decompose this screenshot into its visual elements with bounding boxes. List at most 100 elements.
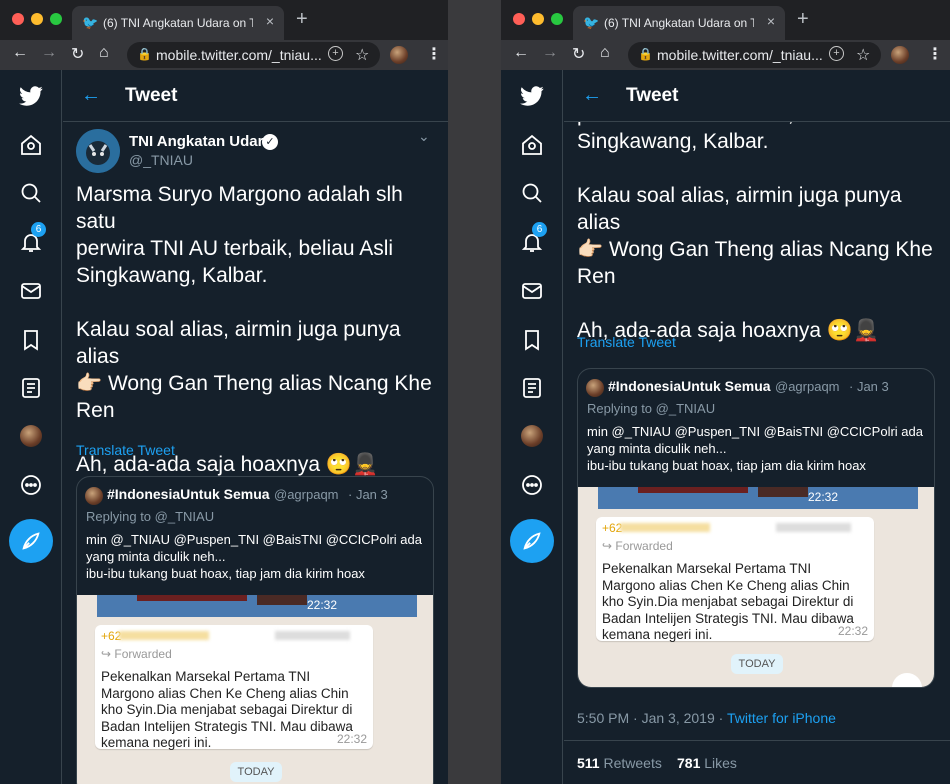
reload-icon[interactable]: ↻: [71, 44, 84, 64]
back-arrow-icon[interactable]: ←: [582, 84, 602, 107]
address-bar[interactable]: 🔒 mobile.twitter.com/_tniau... + ☆: [628, 42, 881, 68]
more-options-icon[interactable]: [520, 473, 544, 497]
blurred-phone-number: [620, 523, 710, 532]
quoted-tweet[interactable]: #IndonesiaUntuk Semua @agrpaqm · Jan 3 R…: [577, 368, 935, 688]
explore-search-icon[interactable]: [520, 181, 544, 205]
browser-window-left: 🐦 (6) TNI Angkatan Udara on Twi × + ← → …: [0, 0, 448, 784]
reload-icon[interactable]: ↻: [572, 44, 585, 64]
today-label: TODAY: [731, 654, 783, 674]
notification-badge: 6: [532, 222, 547, 237]
verified-badge-icon: ✓: [262, 134, 278, 150]
forwarded-message-bubble: +62 ↪ Forwarded Pekenalkan Marsekal Pert…: [95, 625, 373, 750]
blurred-phone-number: [119, 631, 209, 640]
home-icon[interactable]: ⌂: [600, 44, 610, 62]
back-arrow-icon[interactable]: ←: [12, 44, 28, 62]
profile-avatar[interactable]: [521, 425, 543, 447]
translate-tweet-link[interactable]: Translate Tweet: [76, 442, 175, 458]
new-tab-icon[interactable]: +: [296, 8, 308, 31]
lists-icon[interactable]: [520, 376, 544, 400]
divider: [564, 740, 950, 741]
tweet-line: Ren: [577, 265, 616, 288]
browser-tab[interactable]: 🐦 (6) TNI Angkatan Udara on Twi ×: [72, 6, 284, 40]
back-arrow-icon[interactable]: ←: [513, 44, 529, 62]
tab-close-icon[interactable]: ×: [767, 13, 775, 29]
forwarded-label: ↪ Forwarded: [101, 647, 172, 661]
chevron-down-icon[interactable]: ⌄: [418, 128, 430, 145]
whatsapp-screenshot-image[interactable]: 22:32 +62 ↪ Forwarded Pekenalkan Marseka…: [578, 487, 934, 687]
profile-avatar[interactable]: [390, 46, 408, 64]
twitter-favicon-icon: 🐦: [583, 15, 600, 30]
notifications-bell-icon[interactable]: 6: [19, 222, 46, 254]
bookmarks-icon[interactable]: [19, 328, 43, 352]
explore-search-icon[interactable]: [19, 181, 43, 205]
compose-tweet-button[interactable]: [9, 519, 53, 563]
quoted-author-handle: @agrpaqm: [775, 379, 840, 394]
bookmark-star-icon[interactable]: ☆: [856, 45, 870, 65]
minimize-window-button[interactable]: [31, 13, 43, 25]
quoted-text: min @_TNIAU @Puspen_TNI @BaisTNI @CCICPo…: [86, 531, 431, 582]
twitter-logo-icon[interactable]: [19, 84, 43, 108]
forwarded-message-text: Pekenalkan Marsekal Pertama TNI Margono …: [602, 561, 854, 642]
translate-tweet-link[interactable]: Translate Tweet: [577, 334, 676, 350]
tweet-line: Singkawang, Kalbar.: [577, 130, 769, 153]
quoted-tweet[interactable]: #IndonesiaUntuk Semua @agrpaqm · Jan 3 R…: [76, 476, 434, 784]
quoted-replying-to: Replying to @_TNIAU: [587, 401, 716, 416]
bookmark-star-icon[interactable]: ☆: [355, 45, 369, 65]
messages-mail-icon[interactable]: [520, 279, 544, 303]
messages-mail-icon[interactable]: [19, 279, 43, 303]
tweet-line: perwira TNI AU terbaik, beliau Asli: [76, 237, 394, 260]
browser-menu-icon[interactable]: ⋮: [927, 44, 943, 64]
home-icon[interactable]: [19, 133, 43, 157]
bookmarks-icon[interactable]: [520, 328, 544, 352]
blurred-sender-name: [275, 631, 350, 640]
install-app-icon[interactable]: +: [328, 46, 343, 61]
tweet-text: perwira TNI AU terbaik, beliau Asli Sing…: [577, 101, 950, 344]
home-icon[interactable]: [520, 133, 544, 157]
whatsapp-screenshot-image[interactable]: 22:32 +62 ↪ Forwarded Pekenalkan Marseka…: [77, 595, 433, 784]
quoted-line: yang minta diculik neh...: [587, 441, 727, 456]
twitter-logo-icon[interactable]: [520, 84, 544, 108]
lists-icon[interactable]: [19, 376, 43, 400]
address-bar[interactable]: 🔒 mobile.twitter.com/_tniau... + ☆: [127, 42, 380, 68]
forward-arrow-icon[interactable]: →: [542, 44, 558, 62]
tab-title: (6) TNI Angkatan Udara on Twi: [103, 16, 253, 30]
close-window-button[interactable]: [12, 13, 24, 25]
tweet-line: Marsma Suryo Margono adalah slh satu: [76, 183, 403, 233]
new-tab-icon[interactable]: +: [797, 8, 809, 31]
author-handle[interactable]: @_TNIAU: [129, 152, 193, 168]
tweet-client-link[interactable]: Twitter for iPhone: [727, 710, 836, 726]
tweet-line: Ren: [76, 399, 115, 422]
photo-time: 22:32: [307, 598, 338, 612]
back-arrow-icon[interactable]: ←: [81, 84, 101, 107]
likes-number: 781: [677, 755, 701, 771]
profile-avatar[interactable]: [20, 425, 42, 447]
tab-close-icon[interactable]: ×: [266, 13, 274, 29]
close-window-button[interactable]: [513, 13, 525, 25]
lock-icon: 🔒: [137, 47, 152, 61]
scroll-down-button[interactable]: [892, 673, 922, 687]
notifications-bell-icon[interactable]: 6: [520, 222, 547, 254]
browser-tab[interactable]: 🐦 (6) TNI Angkatan Udara on Twi ×: [573, 6, 785, 40]
browser-menu-icon[interactable]: ⋮: [426, 44, 442, 64]
more-options-icon[interactable]: [19, 473, 43, 497]
profile-avatar[interactable]: [891, 46, 909, 64]
quoted-author-name: #IndonesiaUntuk Semua: [107, 486, 270, 502]
quoted-line: ibu-ibu tukang buat hoax, tiap jam dia k…: [587, 458, 866, 473]
maximize-window-button[interactable]: [50, 13, 62, 25]
install-app-icon[interactable]: +: [829, 46, 844, 61]
minimize-window-button[interactable]: [532, 13, 544, 25]
likes-count[interactable]: 781 Likes: [677, 755, 737, 771]
tweet-line: Kalau soal alias, airmin juga punya alia…: [76, 318, 401, 368]
forward-arrow-icon[interactable]: →: [41, 44, 57, 62]
home-icon[interactable]: ⌂: [99, 44, 109, 62]
compose-tweet-button[interactable]: [510, 519, 554, 563]
forwarded-label: ↪ Forwarded: [602, 539, 673, 553]
author-name[interactable]: TNI Angkatan Udara: [129, 133, 272, 150]
browser-toolbar: ← → ↻ ⌂ 🔒 mobile.twitter.com/_tniau... +…: [0, 40, 448, 70]
tweet-timestamp[interactable]: 5:50 PM · Jan 3, 2019: [577, 710, 715, 726]
today-label: TODAY: [230, 762, 282, 782]
author-avatar[interactable]: [76, 129, 120, 173]
twitter-favicon-icon: 🐦: [82, 15, 99, 30]
maximize-window-button[interactable]: [551, 13, 563, 25]
retweets-count[interactable]: 511 Retweets: [577, 755, 662, 771]
